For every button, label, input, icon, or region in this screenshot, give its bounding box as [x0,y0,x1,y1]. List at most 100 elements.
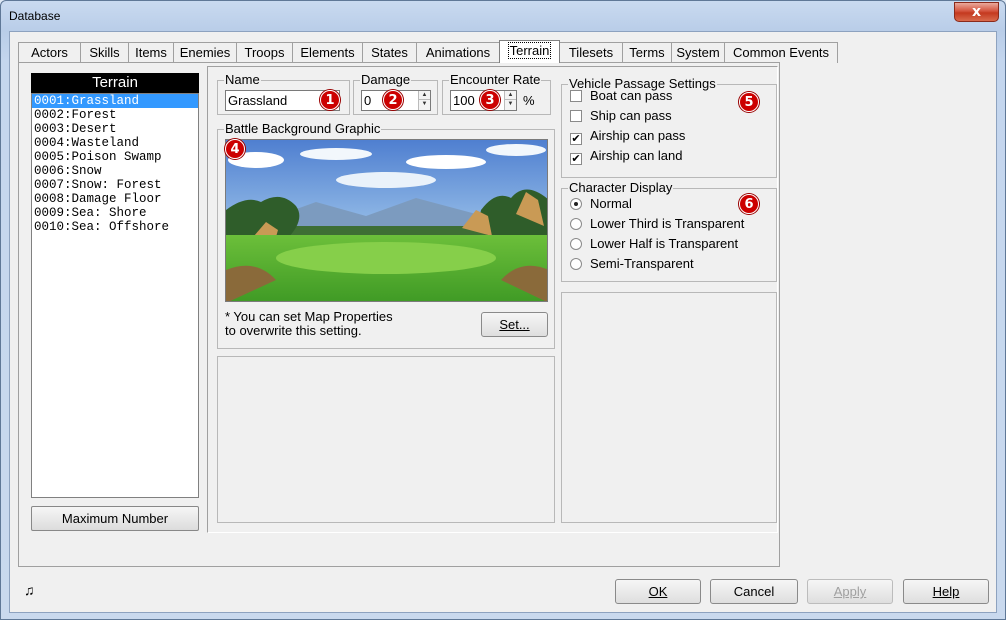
tab-actors[interactable]: Actors [18,42,81,63]
terrain-list-header: Terrain [31,73,199,93]
terrain-tab-panel: Terrain 0001:Grassland 0002:Forest 0003:De… [18,62,780,567]
music-note-icon[interactable]: ♫ [24,582,35,598]
encounter-rate-spinner[interactable]: ▲ ▼ [504,91,516,110]
tab-label: Actors [31,45,68,60]
window-title: Database [9,9,61,23]
ok-button-label: OK [648,584,668,599]
radio-label: Normal [590,196,632,211]
radio-unselected-icon[interactable] [570,218,582,230]
ok-button[interactable]: OK [615,579,701,604]
client-area: Actors Skills Items Enemies Troops Elements St… [9,31,997,613]
unchecked-box-icon[interactable] [570,90,582,102]
name-group: Name Grassland 1 [217,73,350,115]
vehicle-passage-group: Vehicle Passage Settings Boat can pass Sh… [561,77,777,178]
tab-system[interactable]: System [671,42,725,63]
percent-unit: % [523,93,535,108]
tab-skills[interactable]: Skills [80,42,129,63]
battle-background-image[interactable] [225,139,548,302]
tab-label: Tilesets [568,45,614,60]
damage-group: Damage 0 ▲ ▼ 2 [353,73,438,115]
tab-enemies[interactable]: Enemies [173,42,237,63]
vehicle-option-checkbox[interactable]: ✔ Airship can land [570,147,683,165]
list-item[interactable]: 0010:Sea: Offshore [32,220,198,234]
grassland-battleback-image [226,140,547,301]
apply-button[interactable]: Apply [807,579,893,604]
damage-spinner[interactable]: ▲ ▼ [418,91,430,110]
apply-button-label: Apply [833,584,867,599]
character-display-radio[interactable]: Normal [570,195,632,213]
marker-6: 6 [739,194,759,214]
tab-troops[interactable]: Troops [236,42,293,63]
checkbox-label: Airship can pass [590,128,686,143]
set-button[interactable]: Set... [481,312,548,337]
tab-label: Terms [629,45,665,60]
radio-label: Lower Third is Transparent [590,216,745,231]
tab-label: Enemies [179,45,231,60]
encounter-rate-label: Encounter Rate [449,72,542,87]
tab-states[interactable]: States [362,42,417,63]
list-item[interactable]: 0006:Snow [32,164,198,178]
character-display-label: Character Display [568,180,674,195]
character-display-radio[interactable]: Semi-Transparent [570,255,694,273]
vehicle-option-checkbox[interactable]: ✔ Airship can pass [570,127,685,145]
empty-region-right [561,292,777,523]
checkbox-label: Boat can pass [590,88,673,103]
vehicle-option-checkbox[interactable]: Boat can pass [570,87,672,105]
tab-label: Elements [300,45,355,60]
marker-4: 4 [225,139,245,159]
battle-background-group: Battle Background Graphic 4 * You can se… [217,122,555,349]
list-item[interactable]: 0002:Forest [32,108,198,122]
tab-items[interactable]: Items [128,42,174,63]
tab-tilesets[interactable]: Tilesets [559,42,623,63]
encounter-rate-value: 100 [453,93,475,108]
character-display-radio[interactable]: Lower Half is Transparent [570,235,738,253]
tab-label: Items [135,45,167,60]
encounter-rate-group: Encounter Rate 100 ▲ ▼ % 3 [442,73,551,115]
radio-label: Semi-Transparent [590,256,694,271]
list-item[interactable]: 0003:Desert [32,122,198,136]
checked-box-icon[interactable]: ✔ [570,133,582,145]
unchecked-box-icon[interactable] [570,110,582,122]
checkbox-label: Ship can pass [590,108,672,123]
list-item[interactable]: 0008:Damage Floor [32,192,198,206]
tab-terrain[interactable]: Terrain [499,40,560,63]
tab-terms[interactable]: Terms [622,42,672,63]
list-item[interactable]: 0005:Poison Swamp [32,150,198,164]
radio-unselected-icon[interactable] [570,258,582,270]
close-button[interactable]: x [954,2,999,22]
checkbox-label: Airship can land [590,148,683,163]
name-label: Name [224,72,261,87]
list-item[interactable]: 0001:Grassland [32,94,198,108]
marker-1: 1 [320,90,340,110]
vehicle-option-checkbox[interactable]: Ship can pass [570,107,672,125]
character-display-radio[interactable]: Lower Third is Transparent [570,215,744,233]
tab-label: Animations [425,45,491,60]
damage-value: 0 [364,93,372,108]
maximum-number-button[interactable]: Maximum Number [31,506,199,531]
checked-box-icon[interactable]: ✔ [570,153,582,165]
tab-label: Troops [244,45,285,60]
radio-unselected-icon[interactable] [570,238,582,250]
terrain-list[interactable]: 0001:Grassland 0002:Forest 0003:Desert 0004… [31,93,199,498]
database-window: Database x Actors Skills Items Enemies Troop… [0,0,1006,620]
list-item[interactable]: 0007:Snow: Forest [32,178,198,192]
radio-selected-icon[interactable] [570,198,582,210]
list-item[interactable]: 0004:Wasteland [32,136,198,150]
list-item[interactable]: 0009:Sea: Shore [32,206,198,220]
title-bar[interactable]: Database x [1,1,1005,31]
spin-down-icon[interactable]: ▼ [505,100,516,109]
note-line-1: * You can set Map Properties [225,309,393,324]
empty-region-left [217,356,555,523]
spin-up-icon[interactable]: ▲ [419,91,430,100]
tab-label: System [676,45,720,60]
tab-elements[interactable]: Elements [292,42,363,63]
spin-up-icon[interactable]: ▲ [505,91,516,100]
tab-common-events[interactable]: Common Events [724,42,838,63]
marker-5: 5 [739,92,759,112]
radio-label: Lower Half is Transparent [590,236,739,251]
marker-2: 2 [383,90,403,110]
cancel-button[interactable]: Cancel [710,579,798,604]
tab-animations[interactable]: Animations [416,42,500,63]
help-button[interactable]: Help [903,579,989,604]
spin-down-icon[interactable]: ▼ [419,100,430,109]
